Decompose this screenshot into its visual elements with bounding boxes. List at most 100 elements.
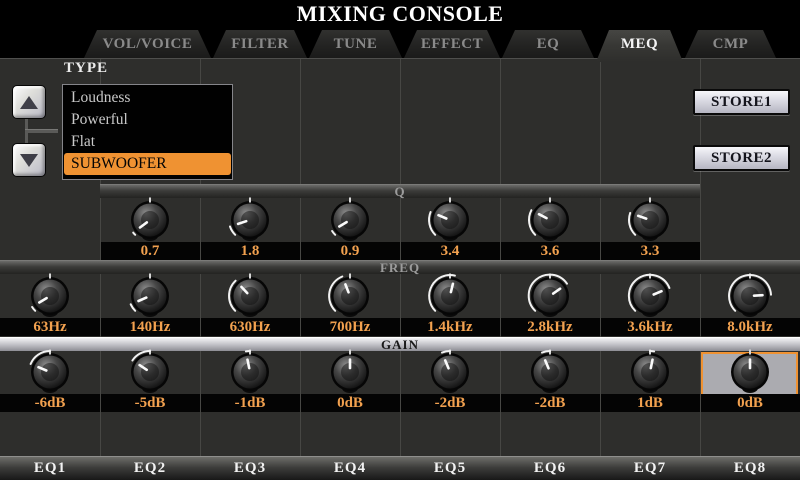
type-dropdown: LoudnessPowerfulFlatSUBWOOFER [62, 84, 233, 180]
eq3-freq-knob[interactable] [226, 272, 274, 320]
eq6-freq-knob[interactable] [526, 272, 574, 320]
eq2-gain-knob[interactable] [126, 348, 174, 396]
knob-graphic [626, 348, 674, 396]
eq4-freq-knob[interactable] [326, 272, 374, 320]
eq4-gain-knob[interactable] [326, 348, 374, 396]
knob-graphic [126, 196, 174, 244]
eq7-freq-knob[interactable] [626, 272, 674, 320]
eq7-freq-value: 3.6kHz [600, 318, 700, 336]
console-body: TYPE LoudnessPowerfulFlatSUBWOOFER STORE… [0, 58, 800, 480]
eq2-gain-value: -5dB [100, 394, 200, 412]
knob-graphic [326, 348, 374, 396]
eq5-freq-knob[interactable] [426, 272, 474, 320]
mixing-console-screen: MIXING CONSOLE VOL/VOICEFILTERTUNEEFFECT… [0, 0, 800, 480]
knob-graphic [326, 272, 374, 320]
eq3-gain-knob[interactable] [226, 348, 274, 396]
gain-row-header: GAIN [0, 337, 800, 351]
tab-effect[interactable]: EFFECT [404, 30, 500, 58]
eq4-q-knob[interactable] [326, 196, 374, 244]
tab-tune[interactable]: TUNE [309, 30, 402, 58]
eq8-freq-value: 8.0kHz [700, 318, 800, 336]
type-up-button[interactable] [12, 85, 46, 119]
eq1-gain-knob[interactable] [26, 348, 74, 396]
eq7-q-knob[interactable] [626, 196, 674, 244]
eq3-q-knob[interactable] [226, 196, 274, 244]
knob-graphic [126, 272, 174, 320]
store1-button[interactable]: STORE1 [693, 89, 790, 115]
eq3-freq-value: 630Hz [200, 318, 300, 336]
knob-graphic [226, 348, 274, 396]
eq4-q-value: 0.9 [300, 242, 400, 260]
tab-eq[interactable]: EQ [502, 30, 594, 58]
type-option-powerful[interactable]: Powerful [64, 109, 231, 131]
eq6-gain-knob[interactable] [526, 348, 574, 396]
q-row-label: Q [394, 184, 405, 199]
band-label-eq7: EQ7 [600, 457, 700, 480]
gain-row-label: GAIN [381, 337, 419, 352]
eq5-q-knob[interactable] [426, 196, 474, 244]
band-label-eq1: EQ1 [0, 457, 100, 480]
eq6-q-knob[interactable] [526, 196, 574, 244]
band-label-eq4: EQ4 [300, 457, 400, 480]
type-label: TYPE [64, 60, 108, 77]
eq7-gain-knob[interactable] [626, 348, 674, 396]
arrow-connector-line [25, 129, 58, 133]
down-triangle-icon [20, 154, 38, 167]
knob-graphic [26, 348, 74, 396]
q-row-header: Q [100, 184, 700, 198]
knob-graphic [626, 272, 674, 320]
knob-graphic [326, 196, 374, 244]
type-down-button[interactable] [12, 143, 46, 177]
knob-graphic [526, 272, 574, 320]
type-option-subwoofer[interactable]: SUBWOOFER [64, 153, 231, 175]
knob-graphic [626, 196, 674, 244]
knob-graphic [726, 348, 774, 396]
band-label-bar: EQ1EQ2EQ3EQ4EQ5EQ6EQ7EQ8 [0, 456, 800, 480]
eq7-gain-value: 1dB [600, 394, 700, 412]
eq5-gain-knob[interactable] [426, 348, 474, 396]
eq2-freq-value: 140Hz [100, 318, 200, 336]
freq-row-label: FREQ [380, 260, 420, 275]
knob-graphic [26, 272, 74, 320]
eq6-gain-value: -2dB [500, 394, 600, 412]
eq2-q-value: 0.7 [100, 242, 200, 260]
band-label-eq8: EQ8 [700, 457, 800, 480]
eq8-freq-knob[interactable] [726, 272, 774, 320]
knob-graphic [426, 348, 474, 396]
band-label-eq3: EQ3 [200, 457, 300, 480]
eq5-gain-value: -2dB [400, 394, 500, 412]
band-label-eq6: EQ6 [500, 457, 600, 480]
eq4-freq-value: 700Hz [300, 318, 400, 336]
page-title: MIXING CONSOLE [0, 0, 800, 27]
knob-graphic [526, 348, 574, 396]
type-option-loudness[interactable]: Loudness [64, 87, 231, 109]
tab-cmp[interactable]: CMP [685, 30, 776, 58]
eq1-gain-value: -6dB [0, 394, 100, 412]
eq6-freq-value: 2.8kHz [500, 318, 600, 336]
eq3-q-value: 1.8 [200, 242, 300, 260]
knob-graphic [126, 348, 174, 396]
tab-filter[interactable]: FILTER [213, 30, 307, 58]
eq1-freq-value: 63Hz [0, 318, 100, 336]
knob-graphic [226, 196, 274, 244]
tab-bar: VOL/VOICEFILTERTUNEEFFECTEQMEQCMP [0, 28, 800, 58]
knob-graphic [526, 196, 574, 244]
type-option-flat[interactable]: Flat [64, 131, 231, 153]
tab-meq[interactable]: MEQ [596, 30, 683, 62]
store2-button[interactable]: STORE2 [693, 145, 790, 171]
knob-graphic [226, 272, 274, 320]
tab-vol-voice[interactable]: VOL/VOICE [84, 30, 211, 58]
eq4-gain-value: 0dB [300, 394, 400, 412]
knob-graphic [426, 272, 474, 320]
knob-graphic [426, 196, 474, 244]
eq3-gain-value: -1dB [200, 394, 300, 412]
freq-row-header: FREQ [0, 260, 800, 274]
eq5-freq-value: 1.4kHz [400, 318, 500, 336]
eq5-q-value: 3.4 [400, 242, 500, 260]
eq1-freq-knob[interactable] [26, 272, 74, 320]
eq8-gain-value: 0dB [700, 394, 800, 412]
eq8-gain-knob[interactable] [726, 348, 774, 396]
eq2-q-knob[interactable] [126, 196, 174, 244]
eq2-freq-knob[interactable] [126, 272, 174, 320]
eq7-q-value: 3.3 [600, 242, 700, 260]
